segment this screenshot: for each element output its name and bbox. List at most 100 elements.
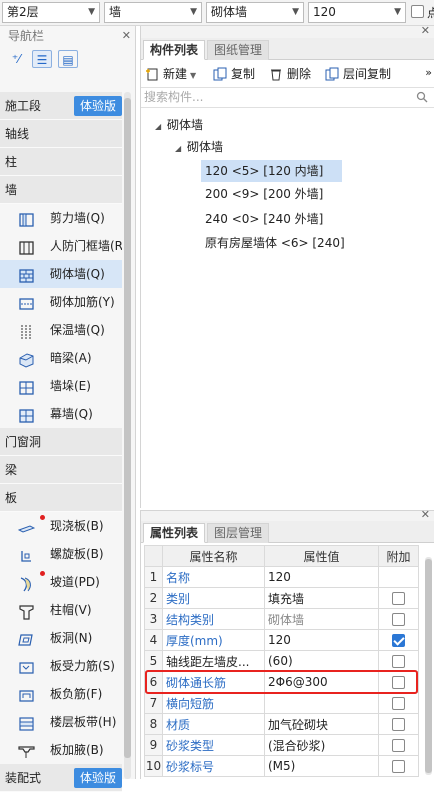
property-value[interactable]: (M5) bbox=[264, 755, 379, 777]
nav-item-spiral-slab[interactable]: 螺旋板(B) bbox=[0, 540, 122, 568]
property-tabs: 属性列表 图层管理 bbox=[141, 521, 434, 543]
list-view-icon[interactable]: ☰ bbox=[32, 50, 52, 68]
tree-node-label: 砌体墙 bbox=[187, 140, 224, 154]
tree-leaf-240[interactable]: 240 <0> [240 外墙] bbox=[201, 208, 323, 230]
nav-item-curtain-wall[interactable]: 幕墙(Q) bbox=[0, 400, 122, 428]
tree-expand-icon[interactable]: ◢ bbox=[175, 138, 185, 160]
property-value[interactable]: (混合砂浆) bbox=[264, 734, 379, 756]
detail-view-icon[interactable]: ▤ bbox=[58, 50, 78, 68]
nav-section-construction-segment[interactable]: 施工段 体验版 bbox=[0, 92, 122, 120]
extra-checkbox[interactable] bbox=[392, 613, 405, 626]
nav-item-masonry-wall[interactable]: 砌体墙(Q) bbox=[0, 260, 122, 288]
nav-section-prefab[interactable]: 装配式 体验版 bbox=[0, 764, 122, 792]
close-icon[interactable]: ✕ bbox=[421, 508, 430, 521]
new-icon bbox=[146, 68, 158, 81]
property-scrollbar[interactable] bbox=[425, 557, 432, 775]
table-row[interactable]: 8 材质 加气砼砌块 bbox=[144, 713, 419, 735]
extra-checkbox[interactable] bbox=[392, 760, 405, 773]
table-row[interactable]: 1 名称 120 bbox=[144, 566, 419, 588]
nav-section-axis[interactable]: 轴线 bbox=[0, 120, 122, 148]
extra-checkbox[interactable] bbox=[392, 676, 405, 689]
floor-select[interactable]: 第2层 ▼ bbox=[2, 2, 100, 23]
property-value[interactable]: 120 bbox=[264, 629, 379, 651]
close-icon[interactable]: ✕ bbox=[421, 24, 430, 37]
table-row[interactable]: 10 砂浆标号 (M5) bbox=[144, 755, 419, 777]
close-icon[interactable]: ✕ bbox=[122, 26, 131, 46]
property-value[interactable]: 2Φ6@300 bbox=[264, 671, 379, 693]
property-value[interactable]: 120 bbox=[264, 566, 379, 588]
column-cap-icon bbox=[18, 602, 35, 620]
property-value[interactable] bbox=[264, 692, 379, 714]
scrollbar-thumb[interactable] bbox=[124, 98, 131, 758]
nav-section-beam[interactable]: 梁 bbox=[0, 456, 122, 484]
copy-button-label: 复制 bbox=[231, 67, 256, 81]
category-select[interactable]: 墙 ▼ bbox=[104, 2, 202, 23]
table-row[interactable]: 5 轴线距左墙皮... (60) bbox=[144, 650, 419, 672]
tree-leaf-120[interactable]: 120 <5> [120 内墙] bbox=[201, 160, 342, 182]
extra-checkbox[interactable] bbox=[392, 655, 405, 668]
size-select-value: 120 bbox=[313, 5, 336, 19]
nav-item-masonry-reinforcement[interactable]: 砌体加筋(Y) bbox=[0, 288, 122, 316]
nav-item-floor-slab-strip[interactable]: 楼层板带(H) bbox=[0, 708, 122, 736]
nav-item-hidden-beam[interactable]: 暗梁(A) bbox=[0, 344, 122, 372]
nav-item-cast-slab[interactable]: 现浇板(B) bbox=[0, 512, 122, 540]
extra-checkbox[interactable] bbox=[392, 739, 405, 752]
nav-item-slab-negative-rebar[interactable]: 板负筋(F) bbox=[0, 680, 122, 708]
table-row[interactable]: 3 结构类别 砌体墙 bbox=[144, 608, 419, 630]
table-row[interactable]: 9 砂浆类型 (混合砂浆) bbox=[144, 734, 419, 756]
extra-checkbox[interactable] bbox=[392, 718, 405, 731]
table-row[interactable]: 2 类别 填充墙 bbox=[144, 587, 419, 609]
expand-icon[interactable]: ⁺⁄ bbox=[6, 50, 26, 68]
extra-checkbox[interactable] bbox=[392, 697, 405, 710]
size-select[interactable]: 120 ▼ bbox=[308, 2, 406, 23]
nav-item-insulation-wall[interactable]: 保温墙(Q) bbox=[0, 316, 122, 344]
tree-node-masonry-wall[interactable]: ◢ 砌体墙 bbox=[155, 114, 203, 136]
extra-checkbox[interactable] bbox=[392, 592, 405, 605]
tree-leaf-200[interactable]: 200 <9> [200 外墙] bbox=[201, 183, 323, 205]
property-name: 厚度(mm) bbox=[162, 629, 265, 651]
nav-item-column-cap[interactable]: 柱帽(V) bbox=[0, 596, 122, 624]
tree-expand-icon[interactable]: ◢ bbox=[155, 116, 165, 138]
table-row[interactable]: 4 厚度(mm) 120 bbox=[144, 629, 419, 651]
scrollbar-thumb[interactable] bbox=[425, 559, 432, 773]
tab-layer-management[interactable]: 图层管理 bbox=[207, 523, 270, 543]
table-row[interactable]: 7 横向短筋 bbox=[144, 692, 419, 714]
wall-pier-icon bbox=[18, 378, 35, 395]
nav-item-civil-defense-door-wall[interactable]: 人防门框墙(R bbox=[0, 232, 122, 260]
floor-copy-button[interactable]: 层间复制 bbox=[325, 66, 391, 82]
tab-component-list[interactable]: 构件列表 bbox=[143, 40, 206, 60]
tree-node-masonry-wall-child[interactable]: ◢ 砌体墙 bbox=[175, 136, 223, 158]
spiral-slab-icon bbox=[18, 546, 35, 562]
property-value[interactable]: (60) bbox=[264, 650, 379, 672]
property-value[interactable]: 加气砼砌块 bbox=[264, 713, 379, 735]
new-button[interactable]: 新建 ▼ bbox=[145, 66, 196, 82]
nav-section-slab[interactable]: 板 bbox=[0, 484, 122, 512]
property-value[interactable]: 填充墙 bbox=[264, 587, 379, 609]
chevron-down-icon[interactable]: ▼ bbox=[190, 71, 196, 80]
type-select[interactable]: 砌体墙 ▼ bbox=[206, 2, 304, 23]
nav-item-slab-haunch[interactable]: 板加腋(B) bbox=[0, 736, 122, 764]
nav-item-slab-stress-rebar[interactable]: 板受力筋(S) bbox=[0, 652, 122, 680]
nav-item-ramp[interactable]: 坡道(PD) bbox=[0, 568, 122, 596]
tab-drawing-management[interactable]: 图纸管理 bbox=[207, 40, 270, 60]
nav-item-slab-hole[interactable]: 板洞(N) bbox=[0, 624, 122, 652]
nav-section-wall[interactable]: 墙 bbox=[0, 176, 122, 204]
tree-leaf-existing-wall[interactable]: 原有房屋墙体 <6> [240] bbox=[201, 232, 345, 254]
copy-button[interactable]: 复制 bbox=[213, 66, 255, 82]
component-toolbar: 新建 ▼ 复制 删除 层间复制 » bbox=[141, 60, 434, 88]
table-row-highlighted[interactable]: 6 砌体通长筋 2Φ6@300 bbox=[144, 671, 419, 693]
extra-checkbox-checked[interactable] bbox=[392, 634, 405, 647]
point-checkbox[interactable] bbox=[411, 5, 424, 18]
nav-section-door-window-opening[interactable]: 门窗洞 bbox=[0, 428, 122, 456]
property-value[interactable]: 砌体墙 bbox=[264, 608, 379, 630]
nav-item-shear-wall[interactable]: 剪力墙(Q) bbox=[0, 204, 122, 232]
delete-button[interactable]: 删除 bbox=[269, 66, 311, 82]
nav-section-label: 柱 bbox=[5, 155, 18, 169]
component-search-input[interactable] bbox=[141, 88, 411, 106]
navigation-scrollbar[interactable] bbox=[124, 92, 131, 779]
tab-property-list[interactable]: 属性列表 bbox=[143, 523, 206, 543]
nav-section-column[interactable]: 柱 bbox=[0, 148, 122, 176]
more-icon[interactable]: » bbox=[425, 66, 432, 79]
nav-item-wall-pier[interactable]: 墙垛(E) bbox=[0, 372, 122, 400]
extra-cell bbox=[378, 671, 419, 693]
